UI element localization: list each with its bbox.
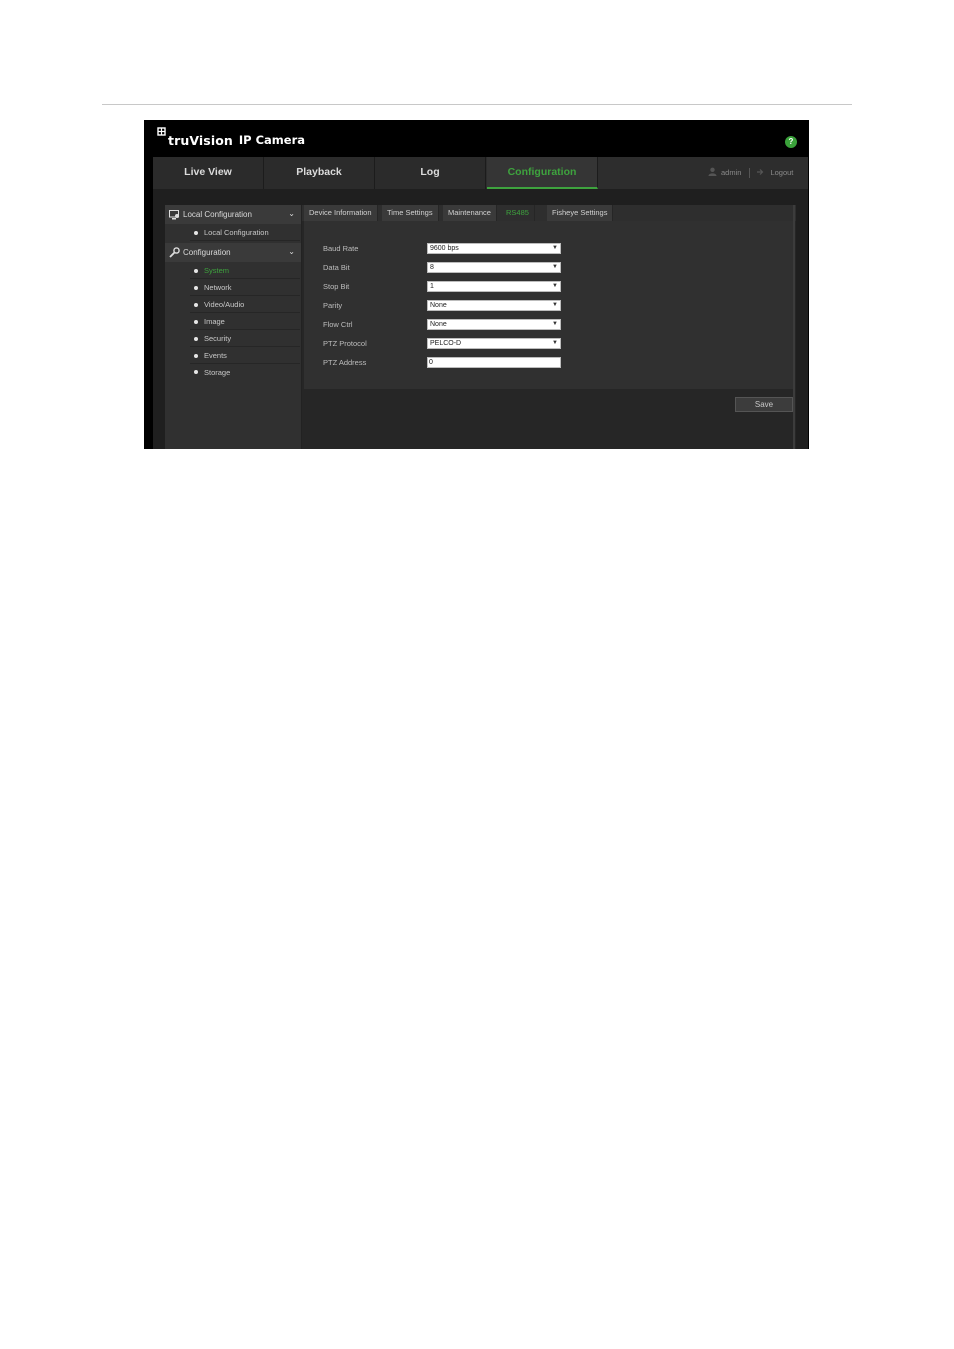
sidebar-item-label: Security	[204, 334, 232, 343]
sidebar-item-network[interactable]: Network	[190, 280, 300, 296]
sidebar-item-video-audio[interactable]: Video/Audio	[190, 297, 300, 313]
bullet-icon	[194, 319, 198, 324]
form-row-data-bit: Data Bit 8 ▼	[304, 262, 794, 274]
parity-select[interactable]: None ▼	[427, 300, 561, 311]
sidebar-item-image[interactable]: Image	[190, 314, 300, 330]
sidebar-item-label: Storage	[204, 367, 231, 377]
tab-log[interactable]: Log	[375, 157, 486, 189]
user-area: admin Logout	[708, 167, 793, 178]
sidebar-section-label: Local Configuration	[183, 210, 252, 219]
sidebar-item-local-configuration[interactable]: Local Configuration	[190, 225, 300, 241]
baud-rate-value: 9600 bps	[430, 245, 459, 252]
bullet-icon	[194, 353, 198, 358]
main-body: Local Configuration ⌄ Local Configuratio…	[153, 189, 808, 449]
tab-configuration[interactable]: Configuration	[487, 157, 598, 189]
sidebar-item-label: Events	[204, 351, 227, 360]
bullet-icon	[194, 370, 198, 374]
truvision-logo-icon	[157, 127, 167, 139]
tab-live-view[interactable]: Live View	[153, 157, 264, 189]
sidebar-item-security[interactable]: Security	[190, 331, 300, 347]
data-bit-label: Data Bit	[323, 263, 350, 272]
tab-rs485[interactable]: RS485	[501, 205, 535, 221]
sidebar-item-system[interactable]: System	[190, 263, 300, 279]
content-area: Device Information Time Settings Mainten…	[302, 205, 796, 449]
dropdown-arrow-icon: ▼	[552, 302, 558, 308]
sidebar-item-label: Video/Audio	[204, 300, 245, 309]
chevron-down-icon: ⌄	[288, 209, 295, 218]
tab-device-information[interactable]: Device Information	[304, 205, 378, 221]
sidebar-item-storage[interactable]: Storage	[190, 364, 300, 380]
ptz-address-input[interactable]: 0	[427, 357, 561, 368]
sidebar-section-configuration[interactable]: Configuration ⌄	[165, 243, 301, 262]
dropdown-arrow-icon: ▼	[552, 321, 558, 327]
ptz-address-label: PTZ Address	[323, 358, 367, 367]
dropdown-arrow-icon: ▼	[552, 264, 558, 270]
stop-bit-value: 1	[430, 283, 434, 290]
bullet-icon	[194, 302, 198, 307]
sidebar: Local Configuration ⌄ Local Configuratio…	[165, 205, 302, 449]
logout-icon[interactable]	[756, 168, 766, 178]
flow-ctrl-select[interactable]: None ▼	[427, 319, 561, 330]
sidebar-section-local-configuration[interactable]: Local Configuration ⌄	[165, 205, 301, 224]
form-row-stop-bit: Stop Bit 1 ▼	[304, 281, 794, 293]
bullet-icon	[194, 268, 198, 273]
form-row-ptz-address: PTZ Address 0	[304, 357, 794, 369]
truvision-app: truVision IP Camera ? Live View Playback…	[144, 120, 809, 449]
product-name: IP Camera	[238, 133, 306, 147]
sub-tabs: Device Information Time Settings Mainten…	[302, 205, 796, 221]
flow-ctrl-label: Flow Ctrl	[323, 320, 353, 329]
bullet-icon	[194, 285, 198, 290]
scrollbar[interactable]	[793, 205, 795, 449]
logout-link[interactable]: Logout	[770, 168, 793, 177]
sidebar-section-label: Configuration	[183, 248, 231, 257]
brand-name: truVision	[168, 133, 233, 148]
dropdown-arrow-icon: ▼	[552, 340, 558, 346]
parity-label: Parity	[323, 301, 343, 310]
user-icon	[708, 167, 717, 178]
rs485-form: Baud Rate 9600 bps ▼ Data Bit 8 ▼ Stop Bit…	[304, 221, 794, 389]
tab-time-settings[interactable]: Time Settings	[382, 205, 439, 221]
ptz-protocol-select[interactable]: PELCO-D ▼	[427, 338, 561, 349]
top-nav: Live View Playback Log Configuration adm…	[153, 157, 808, 189]
bullet-icon	[194, 336, 198, 341]
sidebar-item-label: Local Configuration	[204, 228, 269, 237]
sidebar-item-label: System	[204, 266, 230, 275]
sidebar-item-label: Image	[204, 317, 225, 326]
logo: truVision IP Camera	[157, 127, 305, 148]
nav-separator	[749, 167, 751, 178]
sidebar-item-label: Network	[204, 283, 232, 292]
baud-rate-label: Baud Rate	[323, 244, 359, 253]
tab-fisheye-settings[interactable]: Fisheye Settings	[547, 205, 614, 221]
username: admin	[721, 168, 742, 177]
monitor-settings-icon	[168, 209, 180, 221]
chevron-down-icon: ⌄	[288, 247, 295, 256]
parity-value: None	[430, 302, 447, 309]
data-bit-select[interactable]: 8 ▼	[427, 262, 561, 273]
ptz-protocol-label: PTZ Protocol	[323, 339, 367, 348]
tab-maintenance[interactable]: Maintenance	[443, 205, 497, 221]
baud-rate-select[interactable]: 9600 bps ▼	[427, 243, 561, 254]
bullet-icon	[194, 230, 198, 235]
help-icon[interactable]: ?	[785, 136, 797, 148]
stop-bit-select[interactable]: 1 ▼	[427, 281, 561, 292]
form-row-baud-rate: Baud Rate 9600 bps ▼	[304, 243, 794, 255]
dropdown-arrow-icon: ▼	[552, 245, 558, 251]
data-bit-value: 8	[430, 264, 434, 271]
flow-ctrl-value: None	[430, 321, 447, 328]
save-button[interactable]: Save	[735, 397, 793, 412]
sidebar-item-events[interactable]: Events	[190, 348, 300, 364]
form-row-flow-ctrl: Flow Ctrl None ▼	[304, 319, 794, 331]
form-row-ptz-protocol: PTZ Protocol PELCO-D ▼	[304, 338, 794, 350]
dropdown-arrow-icon: ▼	[552, 283, 558, 289]
form-row-parity: Parity None ▼	[304, 300, 794, 312]
ptz-protocol-value: PELCO-D	[430, 340, 462, 347]
tab-playback[interactable]: Playback	[264, 157, 375, 189]
wrench-icon	[168, 247, 180, 259]
page-divider	[102, 104, 852, 105]
stop-bit-label: Stop Bit	[323, 282, 350, 291]
header: truVision IP Camera ?	[144, 120, 809, 157]
